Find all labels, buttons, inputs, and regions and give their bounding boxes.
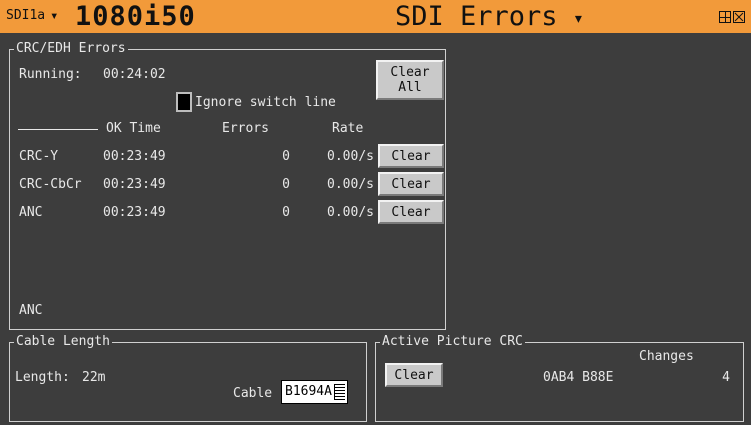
video-format: 1080i50 [75,1,196,32]
header-divider [18,129,98,130]
clear-crc-cbcr-button[interactable]: Clear [378,172,444,196]
running-value: 00:24:02 [103,67,166,82]
row-ok-time: 00:23:49 [103,205,166,220]
changes-value: 4 [722,370,730,385]
ignore-switch-line-label: Ignore switch line [195,95,336,110]
crc-edh-panel: CRC/EDH Errors Running: 00:24:02 Clear A… [9,41,446,330]
input-selector[interactable]: SDI1a [6,8,45,23]
cable-type-selector[interactable]: B1694A [281,380,348,404]
row-name: CRC-Y [19,149,59,164]
row-ok-time: 00:23:49 [103,177,166,192]
clear-crc-y-button[interactable]: Clear [378,144,444,168]
col-ok-time: OK Time [106,121,161,136]
clear-anc-button[interactable]: Clear [378,200,444,224]
title-dropdown-icon[interactable]: ▾ [573,8,584,29]
input-dropdown-icon[interactable]: ▾ [50,8,58,24]
anc-footer-label: ANC [19,303,43,318]
apcrc-clear-button[interactable]: Clear [385,363,443,387]
row-rate: 0.00/s [327,177,374,192]
page-title[interactable]: SDI Errors [395,1,558,32]
col-errors: Errors [222,121,269,136]
cable-length-panel: Cable Length Length: 22m Cable B1694A [9,334,367,422]
ignore-switch-line-checkbox[interactable] [176,92,192,112]
row-name: ANC [19,205,43,220]
active-picture-crc-legend: Active Picture CRC [380,334,525,349]
length-label: Length: [15,370,70,385]
row-name: CRC-CbCr [19,177,82,192]
row-errors: 0 [282,149,290,164]
row-errors: 0 [282,177,290,192]
active-picture-crc-panel: Active Picture CRC Changes Clear 0AB4 B8… [375,334,744,422]
clear-all-button[interactable]: Clear All [376,60,444,100]
row-errors: 0 [282,205,290,220]
clear-all-label-line2: All [398,80,422,95]
changes-label: Changes [639,349,694,364]
running-label: Running: [19,67,82,82]
cable-label: Cable [233,386,273,401]
close-icon[interactable] [733,11,745,23]
cable-length-legend: Cable Length [14,334,112,349]
row-rate: 0.00/s [327,205,374,220]
crc-value: 0AB4 B88E [543,370,614,385]
col-rate: Rate [332,121,364,136]
clear-all-label-line1: Clear [390,65,430,80]
crc-edh-legend: CRC/EDH Errors [14,41,128,56]
cable-scroll-icon[interactable] [334,384,345,400]
length-value: 22m [82,370,106,385]
row-rate: 0.00/s [327,149,374,164]
cable-type-value: B1694A [285,384,332,399]
restore-icon[interactable] [719,11,731,23]
row-ok-time: 00:23:49 [103,149,166,164]
title-bar: SDI1a ▾ 1080i50 SDI Errors ▾ [0,0,751,33]
